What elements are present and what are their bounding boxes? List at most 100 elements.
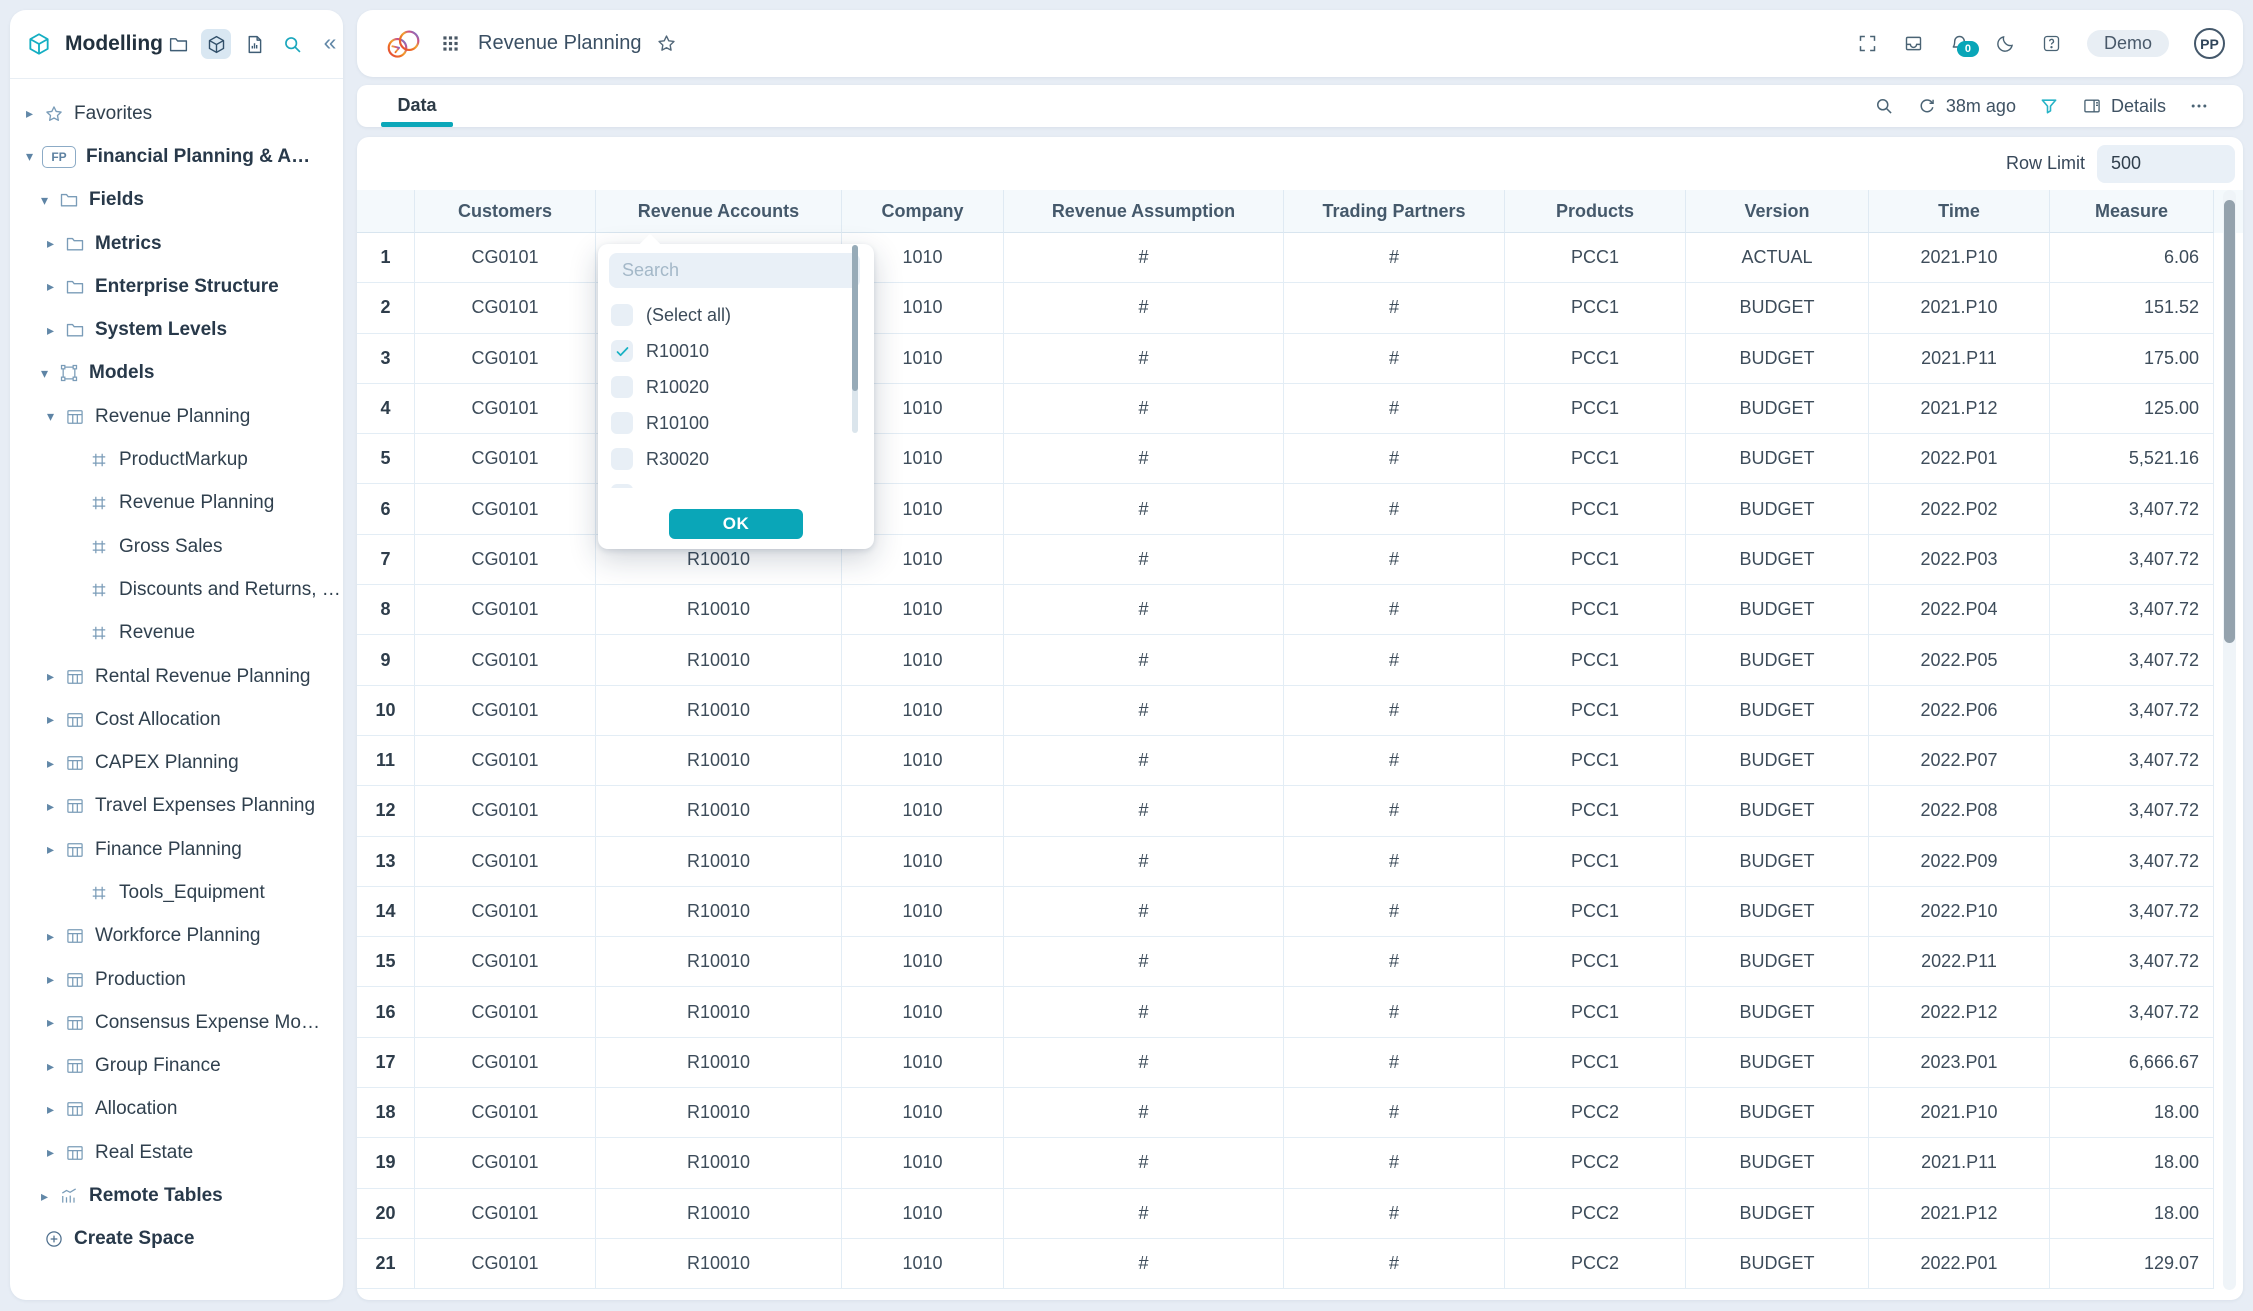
refresh-control[interactable]: 38m ago (1917, 96, 2016, 117)
tree-item-revenue[interactable]: Revenue (10, 612, 343, 655)
tree-item-system-levels[interactable]: ▸System Levels (10, 308, 343, 351)
table-row: 14CG0101R100101010##PCC1BUDGET2022.P103,… (357, 887, 2243, 937)
column-header-products[interactable]: Products (1505, 190, 1686, 233)
tree-item-tools-equipment[interactable]: Tools_Equipment (10, 871, 343, 914)
column-header-customers[interactable]: Customers (415, 190, 596, 233)
row-limit-input[interactable] (2097, 145, 2235, 183)
table-cell: CG0101 (415, 837, 596, 887)
tree-item-real-estate[interactable]: ▸Real Estate (10, 1131, 343, 1174)
tree-item-financial-planning-analysis[interactable]: ▾FPFinancial Planning & Analysis (10, 135, 343, 178)
checkbox-icon[interactable] (611, 412, 633, 434)
expand-arrow-icon[interactable]: ▸ (26, 105, 40, 122)
tree-item-productmarkup[interactable]: ProductMarkup (10, 438, 343, 481)
tree-item-allocation[interactable]: ▸Allocation (10, 1088, 343, 1131)
tree-item-group-finance[interactable]: ▸Group Finance (10, 1045, 343, 1088)
tree-item-capex-planning[interactable]: ▸CAPEX Planning (10, 741, 343, 784)
expand-arrow-icon[interactable]: ▸ (47, 711, 61, 728)
column-header-trading-partners[interactable]: Trading Partners (1284, 190, 1505, 233)
tree-item-consensus-expense-mo[interactable]: ▸Consensus Expense Mo… (10, 1001, 343, 1044)
open-folder-button[interactable] (163, 29, 193, 59)
expand-arrow-icon[interactable]: ▸ (47, 278, 61, 295)
details-control[interactable]: Details (2082, 96, 2166, 117)
expand-arrow-icon[interactable]: ▸ (47, 1101, 61, 1118)
tab-data[interactable]: Data (381, 85, 453, 127)
filter-search-input[interactable] (609, 253, 860, 288)
environment-badge[interactable]: Demo (2087, 30, 2169, 57)
checkbox-icon[interactable] (611, 304, 633, 326)
tree-item-production[interactable]: ▸Production (10, 958, 343, 1001)
expand-arrow-icon[interactable]: ▸ (47, 235, 61, 252)
apps-grid-icon[interactable] (441, 34, 460, 53)
search-icon[interactable] (1874, 96, 1894, 116)
expand-arrow-icon[interactable]: ▸ (47, 755, 61, 772)
checkbox-checked-icon[interactable] (611, 340, 633, 362)
filter-option-r10020[interactable]: R10020 (598, 369, 874, 405)
collapse-arrow-icon[interactable]: ▾ (26, 148, 40, 165)
column-header-version[interactable]: Version (1686, 190, 1869, 233)
checkbox-icon[interactable] (611, 376, 633, 398)
tree-item-favorites[interactable]: ▸Favorites (10, 92, 343, 135)
collapse-sidebar-button[interactable]: « (315, 29, 345, 59)
vertical-scrollbar-thumb[interactable] (2224, 200, 2235, 643)
tree-item-workforce-planning[interactable]: ▸Workforce Planning (10, 915, 343, 958)
tree-item-enterprise-structure[interactable]: ▸Enterprise Structure (10, 265, 343, 308)
column-header-time[interactable]: Time (1869, 190, 2050, 233)
tree-item-create-space[interactable]: Create Space (10, 1218, 343, 1261)
user-avatar[interactable]: PP (2194, 28, 2225, 59)
filter-icon[interactable] (2039, 96, 2059, 116)
dark-mode-moon-icon[interactable] (1995, 33, 2016, 54)
filter-option-r10100[interactable]: R10100 (598, 405, 874, 441)
filter-option-select-all[interactable]: (Select all) (598, 297, 874, 333)
tree-item-gross-sales[interactable]: Gross Sales (10, 525, 343, 568)
tree-item-discounts-and-returns-c[interactable]: Discounts and Returns, C… (10, 568, 343, 611)
column-header-revenue-accounts[interactable]: Revenue Accounts (596, 190, 842, 233)
expand-arrow-icon[interactable]: ▸ (47, 928, 61, 945)
tree-item-models[interactable]: ▾Models (10, 352, 343, 395)
filter-scrollbar-thumb[interactable] (852, 245, 858, 391)
collapse-arrow-icon[interactable]: ▾ (47, 408, 61, 425)
tree-item-revenue-planning[interactable]: Revenue Planning (10, 482, 343, 525)
expand-arrow-icon[interactable]: ▸ (47, 971, 61, 988)
expand-arrow-icon[interactable]: ▸ (47, 668, 61, 685)
expand-arrow-icon[interactable]: ▸ (47, 1058, 61, 1075)
column-header-revenue-assumption[interactable]: Revenue Assumption (1004, 190, 1284, 233)
inbox-icon[interactable] (1903, 33, 1924, 54)
modelling-cube-button[interactable] (201, 29, 231, 59)
notifications-bell-icon[interactable]: 0 (1949, 33, 1970, 54)
help-icon[interactable] (2041, 33, 2062, 54)
search-button[interactable] (277, 29, 307, 59)
report-button[interactable] (239, 29, 269, 59)
expand-arrow-icon[interactable]: ▸ (47, 841, 61, 858)
table-cell: 2021.P10 (1869, 283, 2050, 333)
expand-arrow-icon[interactable]: ▸ (41, 1188, 55, 1205)
expand-arrow-icon[interactable]: ▸ (47, 1144, 61, 1161)
filter-option-partial[interactable] (598, 477, 874, 488)
row-number-cell: 12 (357, 786, 415, 836)
tree-item-rental-revenue-planning[interactable]: ▸Rental Revenue Planning (10, 655, 343, 698)
tree-item-fields[interactable]: ▾Fields (10, 179, 343, 222)
filter-option-r30020[interactable]: R30020 (598, 441, 874, 477)
collapse-arrow-icon[interactable]: ▾ (41, 365, 55, 382)
tree-item-travel-expenses-planning[interactable]: ▸Travel Expenses Planning (10, 785, 343, 828)
tree-item-metrics[interactable]: ▸Metrics (10, 222, 343, 265)
checkbox-icon[interactable] (611, 484, 633, 488)
expand-arrow-icon[interactable]: ▸ (47, 322, 61, 339)
filter-scrollbar-track[interactable] (852, 245, 858, 433)
more-actions-icon[interactable] (2189, 96, 2209, 116)
tree-item-cost-allocation[interactable]: ▸Cost Allocation (10, 698, 343, 741)
tree-item-revenue-planning[interactable]: ▾Revenue Planning (10, 395, 343, 438)
favorite-star-icon[interactable] (656, 33, 677, 54)
collapse-arrow-icon[interactable]: ▾ (41, 192, 55, 209)
column-header-company[interactable]: Company (842, 190, 1004, 233)
filter-option-label: (Select all) (646, 305, 731, 326)
tree-item-label: ProductMarkup (119, 449, 248, 471)
fullscreen-icon[interactable] (1857, 33, 1878, 54)
checkbox-icon[interactable] (611, 448, 633, 470)
filter-ok-button[interactable]: OK (669, 509, 803, 539)
tree-item-remote-tables[interactable]: ▸Remote Tables (10, 1174, 343, 1217)
filter-option-r10010[interactable]: R10010 (598, 333, 874, 369)
tree-item-finance-planning[interactable]: ▸Finance Planning (10, 828, 343, 871)
column-header-measure[interactable]: Measure (2050, 190, 2214, 233)
expand-arrow-icon[interactable]: ▸ (47, 1014, 61, 1031)
expand-arrow-icon[interactable]: ▸ (47, 798, 61, 815)
